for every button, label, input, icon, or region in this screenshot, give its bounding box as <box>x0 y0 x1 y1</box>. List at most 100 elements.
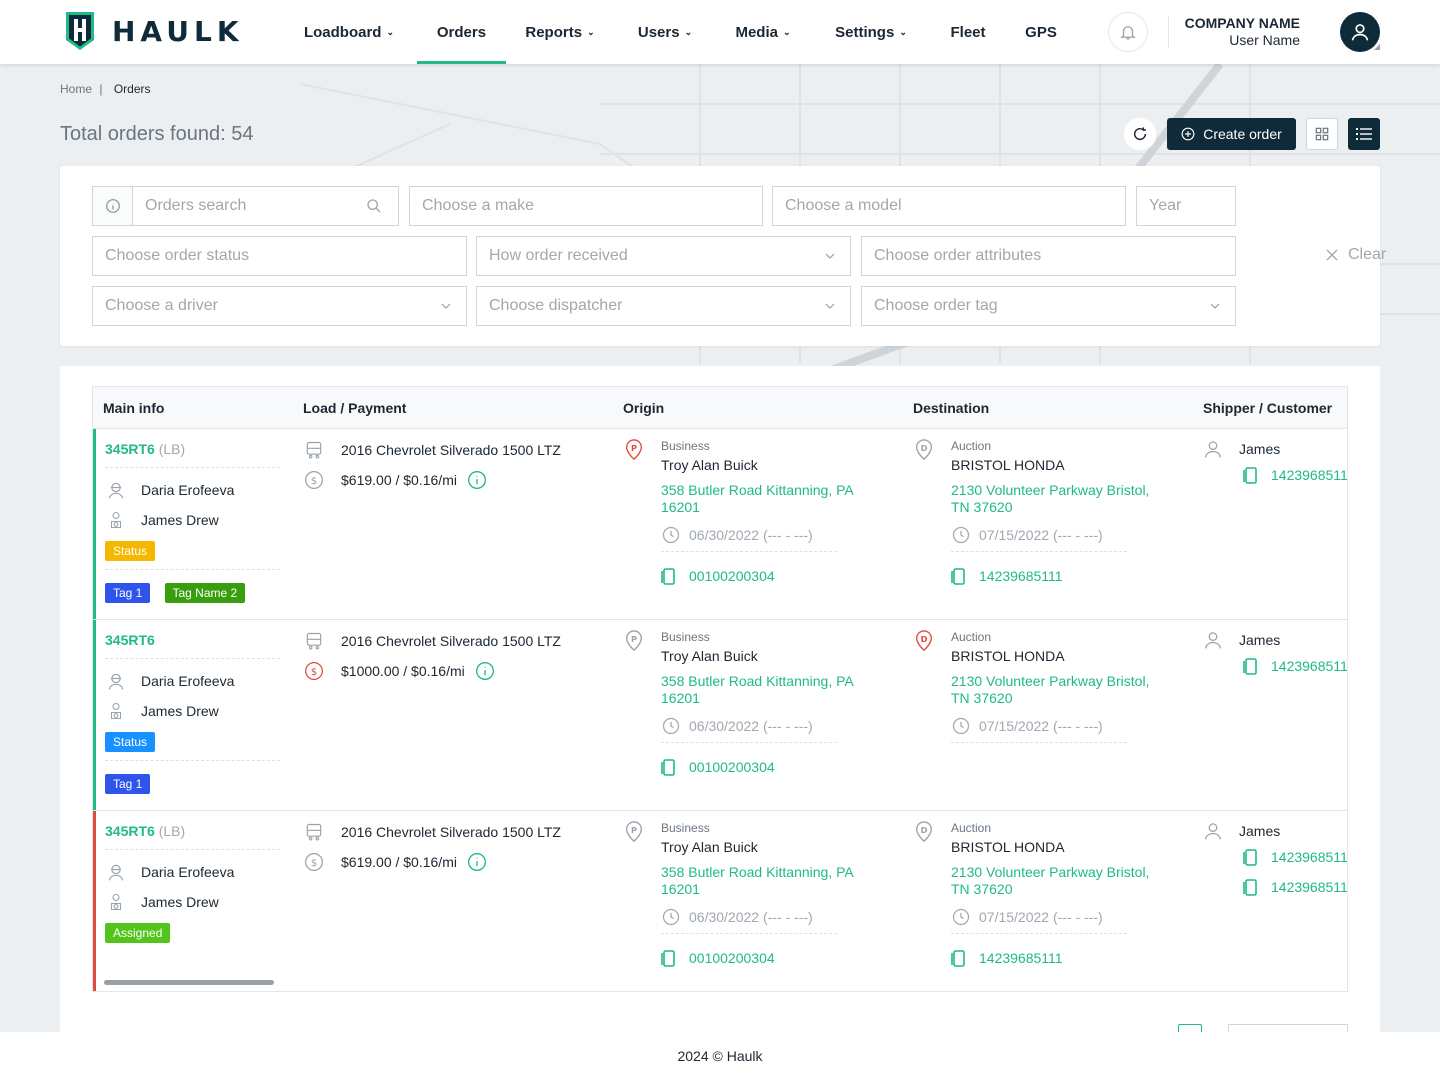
shipper-phone-number[interactable]: 1423968511 <box>1271 658 1347 674</box>
nav-reports[interactable]: Reports ⌄ <box>518 0 602 64</box>
nav-settings[interactable]: Settings ⌄ <box>826 0 916 64</box>
order-attributes-select[interactable]: Choose order attributes <box>861 236 1236 276</box>
driver-select[interactable]: Choose a driver <box>92 286 467 326</box>
grid-view-button[interactable] <box>1306 118 1338 150</box>
order-tag-select[interactable]: Choose order tag <box>861 286 1236 326</box>
vehicle-name: 2016 Chevrolet Silverado 1500 LTZ <box>341 442 561 458</box>
destination-address[interactable]: 2130 Volunteer Parkway Bristol, TN 37620 <box>951 864 1166 898</box>
tag-badge[interactable]: Tag Name 2 <box>164 583 246 603</box>
divider <box>105 467 280 468</box>
nav-gps[interactable]: GPS <box>1018 0 1064 64</box>
clock-icon <box>952 717 970 735</box>
destination-address[interactable]: 2130 Volunteer Parkway Bristol, TN 37620 <box>951 482 1166 516</box>
payment-amount: $619.00 / $0.16/mi <box>341 854 457 870</box>
driver: James Drew <box>105 509 219 531</box>
shipper-phone-number[interactable]: 1423968511 <box>1271 879 1347 895</box>
horizontal-scrollbar[interactable] <box>104 980 274 985</box>
order-status-select[interactable]: Choose order status <box>92 236 467 276</box>
origin-date: 06/30/2022 (--- - ---) <box>661 716 813 736</box>
origin-address[interactable]: 358 Butler Road Kittanning, PA 16201 <box>661 673 876 707</box>
dispatcher: Daria Erofeeva <box>105 670 234 692</box>
dispatcher-select[interactable]: Choose dispatcher <box>476 286 851 326</box>
clock-icon <box>662 908 680 926</box>
vehicle-name: 2016 Chevrolet Silverado 1500 LTZ <box>341 824 561 840</box>
account-info[interactable]: COMPANY NAME User Name <box>1185 15 1300 49</box>
order-attributes-placeholder: Choose order attributes <box>874 247 1042 264</box>
nav-media[interactable]: Media ⌄ <box>727 0 799 64</box>
create-order-button[interactable]: Create order <box>1167 118 1296 150</box>
vehicle-icon <box>306 632 322 650</box>
driver-icon <box>110 893 122 911</box>
list-view-button[interactable] <box>1348 118 1380 150</box>
order-id[interactable]: 345RT6 (LB) <box>105 441 185 457</box>
info-icon[interactable] <box>475 661 495 681</box>
svg-text:$: $ <box>311 476 317 487</box>
column-header-shipper[interactable]: Shipper / Customer <box>1203 400 1332 416</box>
page-size-select[interactable] <box>1228 1024 1348 1032</box>
shipper-phone[interactable]: 1423968511 <box>1243 657 1347 675</box>
column-header-load-payment[interactable]: Load / Payment <box>303 400 406 416</box>
origin-phone-number[interactable]: 00100200304 <box>689 568 775 584</box>
user-icon <box>1351 24 1369 41</box>
haulk-logo[interactable]: HAULK <box>64 10 244 52</box>
origin-phone-number[interactable]: 00100200304 <box>689 950 775 966</box>
footer-copyright: 2024 © Haulk <box>677 1048 763 1064</box>
divider <box>105 658 280 659</box>
info-icon[interactable] <box>467 852 487 872</box>
nav-loadboard[interactable]: Loadboard ⌄ <box>296 0 402 64</box>
shipper-phone-number[interactable]: 1423968511 <box>1271 849 1347 865</box>
destination-phone-number[interactable]: 14239685111 <box>979 568 1063 584</box>
order-number[interactable]: 345RT6 <box>105 823 155 839</box>
origin-phone-number[interactable]: 00100200304 <box>689 759 775 775</box>
order-number[interactable]: 345RT6 <box>105 441 155 457</box>
shipper-phone[interactable]: 1423968511 <box>1243 848 1347 866</box>
nav-users[interactable]: Users ⌄ <box>630 0 700 64</box>
destination-phone[interactable]: 14239685111 <box>951 567 1063 585</box>
phone-icon <box>661 950 675 967</box>
table-row[interactable]: 345RT6 Daria Erofeeva James Drew Status Tag… <box>93 620 1347 811</box>
nav-fleet[interactable]: Fleet <box>942 0 994 64</box>
origin-phone[interactable]: 00100200304 <box>661 758 775 776</box>
order-received-select[interactable]: How order received <box>476 236 851 276</box>
destination-address[interactable]: 2130 Volunteer Parkway Bristol, TN 37620 <box>951 673 1166 707</box>
vehicle-icon <box>306 823 322 841</box>
orders-search-field[interactable]: Orders search <box>92 186 399 226</box>
origin-address[interactable]: 358 Butler Road Kittanning, PA 16201 <box>661 482 876 516</box>
nav-orders[interactable]: Orders <box>417 0 506 64</box>
page-title: Total orders found: 54 <box>60 123 254 145</box>
origin-address[interactable]: 358 Butler Road Kittanning, PA 16201 <box>661 864 876 898</box>
clear-filters-button[interactable]: Clear <box>1326 246 1386 264</box>
chevron-down-icon: ⌄ <box>782 26 791 37</box>
shipper: James <box>1203 439 1280 459</box>
column-header-origin[interactable]: Origin <box>623 400 664 416</box>
order-number[interactable]: 345RT6 <box>105 632 155 648</box>
origin-phone[interactable]: 00100200304 <box>661 567 775 585</box>
year-input[interactable]: Year <box>1136 186 1236 226</box>
shipper-phone-number[interactable]: 1423968511 <box>1271 467 1347 483</box>
destination-phone[interactable]: 14239685111 <box>951 949 1063 967</box>
origin-pin-icon: P <box>625 630 643 652</box>
column-header-destination[interactable]: Destination <box>913 400 989 416</box>
table-row[interactable]: 345RT6 (LB) Daria Erofeeva James Drew Statu… <box>93 429 1347 620</box>
tag-badge[interactable]: Tag 1 <box>105 774 151 794</box>
tag-badge[interactable]: Tag 1 <box>105 583 151 603</box>
pagination-button[interactable] <box>1178 1024 1202 1032</box>
model-input[interactable]: Choose a model <box>772 186 1126 226</box>
order-id[interactable]: 345RT6 <box>105 632 155 648</box>
info-icon[interactable] <box>467 470 487 490</box>
divider <box>105 760 280 761</box>
make-input[interactable]: Choose a make <box>409 186 763 226</box>
shipper-name: James <box>1239 441 1281 457</box>
column-header-main-info[interactable]: Main info <box>103 400 164 416</box>
order-id[interactable]: 345RT6 (LB) <box>105 823 185 839</box>
breadcrumb-separator: | <box>99 82 103 96</box>
notifications-button[interactable] <box>1108 12 1148 52</box>
breadcrumb-home[interactable]: Home <box>60 82 92 96</box>
shipper-phone[interactable]: 1423968511 <box>1243 878 1347 896</box>
table-row[interactable]: 345RT6 (LB) Daria Erofeeva James Drew Assig… <box>93 811 1347 991</box>
refresh-button[interactable] <box>1124 118 1156 150</box>
origin-phone[interactable]: 00100200304 <box>661 949 775 967</box>
search-info-button[interactable] <box>93 187 133 225</box>
destination-phone-number[interactable]: 14239685111 <box>979 950 1063 966</box>
shipper-phone[interactable]: 1423968511 <box>1243 466 1347 484</box>
